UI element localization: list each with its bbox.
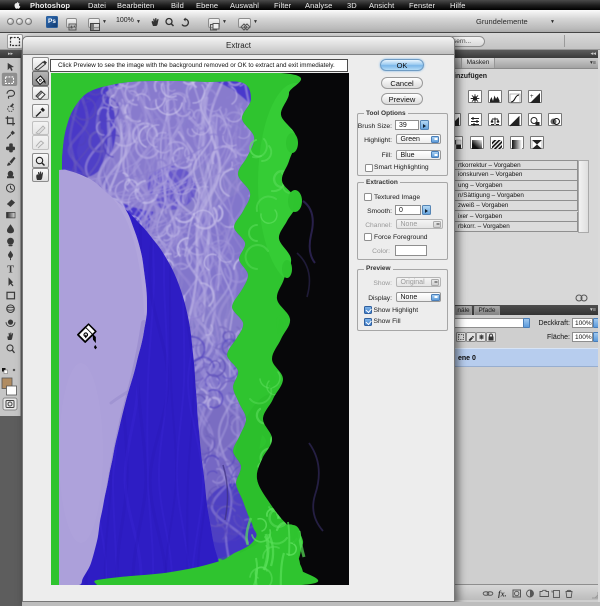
svg-text:fx.: fx. <box>498 590 507 599</box>
svg-text:+: + <box>530 94 534 100</box>
svg-text:T: T <box>7 265 14 276</box>
